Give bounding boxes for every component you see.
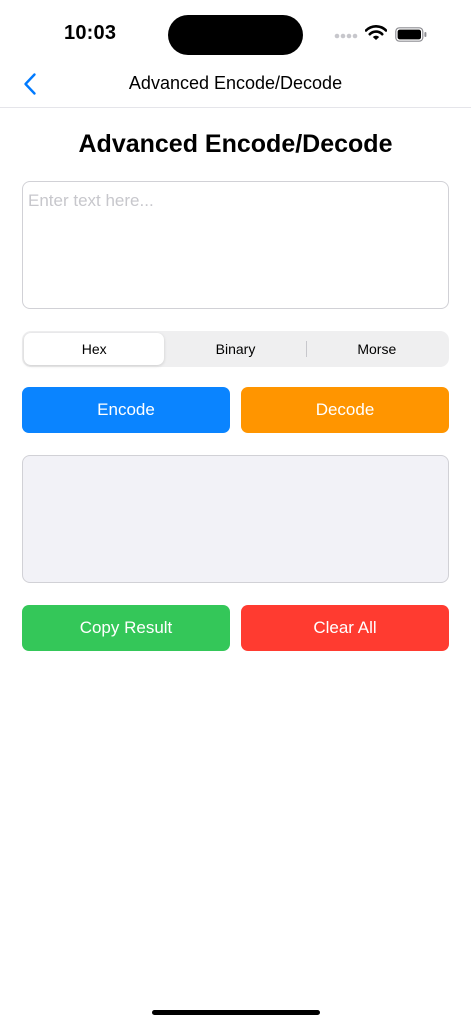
encoding-mode-segmented-control: Hex Binary Morse [22,331,449,367]
home-indicator [152,1010,320,1015]
page-title: Advanced Encode/Decode [78,130,393,158]
input-container [22,181,449,309]
copy-result-button[interactable]: Copy Result [22,605,230,651]
nav-divider [0,107,471,108]
segment-binary[interactable]: Binary [165,333,305,365]
decode-button[interactable]: Decode [241,387,449,433]
result-output [22,455,449,583]
dynamic-island [168,15,303,55]
status-time: 10:03 [64,22,117,44]
encode-button[interactable]: Encode [22,387,230,433]
battery-icon [395,27,427,42]
wifi-icon [365,25,387,40]
cellular-signal-icon [334,33,358,39]
input-textarea[interactable] [23,182,448,308]
nav-title: Advanced Encode/Decode [128,73,343,93]
segment-hex[interactable]: Hex [24,333,165,365]
app-screen: 10:03 Advanced Encode/Decode Advanced En… [0,0,471,1024]
segment-morse[interactable]: Morse [307,333,447,365]
clear-all-button[interactable]: Clear All [241,605,449,651]
